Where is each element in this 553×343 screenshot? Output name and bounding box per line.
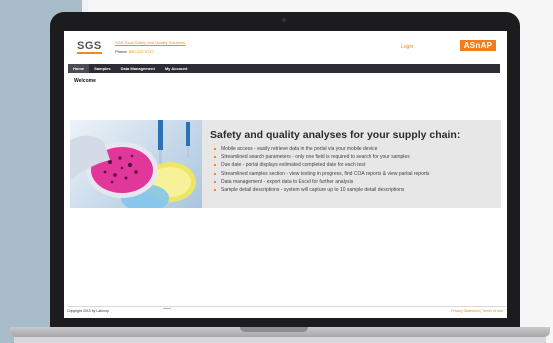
petri-dish-illustration — [70, 120, 196, 208]
page-title: Welcome — [74, 78, 96, 84]
food-safety-link[interactable]: SGS Food Safety and Quality Solutions — [115, 40, 185, 45]
scroll-indicator[interactable] — [163, 308, 171, 309]
feature-item: Due date - portal displays estimated com… — [214, 161, 429, 169]
phone-label: Phone: — [115, 49, 128, 54]
nav-item-data-management[interactable]: Data Management — [116, 64, 160, 73]
footer-links[interactable]: Privacy Statement | Terms of Use — [451, 309, 503, 313]
nav-item-home[interactable]: Home — [68, 64, 90, 73]
laptop-shadow — [14, 337, 546, 343]
copyright-text: Copyright 2013 by Labcorp — [67, 309, 110, 313]
main-nav: Home Samples Data Management My Account — [68, 64, 500, 73]
banner-title: Safety and quality analyses for your sup… — [210, 129, 461, 141]
browser-screen: SGS SGS Food Safety and Quality Solution… — [64, 31, 507, 318]
login-link[interactable]: Login — [401, 44, 413, 50]
feature-item: Streamlined samples section - view testi… — [214, 170, 429, 178]
laptop-notch — [240, 327, 308, 332]
feature-item: Streamlined search parameters - only one… — [214, 153, 429, 161]
sgs-logo: SGS — [77, 40, 102, 54]
feature-item: Mobile access - easily retrieve data in … — [214, 145, 429, 153]
nav-item-samples[interactable]: Samples — [89, 64, 115, 73]
asnap-logo: ASnAP — [460, 40, 496, 51]
camera-icon — [282, 18, 286, 22]
hero-banner: Safety and quality analyses for your sup… — [70, 120, 501, 208]
feature-list: Mobile access - easily retrieve data in … — [214, 145, 429, 194]
footer-divider — [68, 306, 506, 307]
phone-line: Phone: 800-222-0717 — [115, 49, 154, 54]
lab-photo — [70, 120, 202, 208]
nav-item-my-account[interactable]: My Account — [160, 64, 193, 73]
feature-item: Data management - export data to Excel f… — [214, 178, 429, 186]
feature-item: Sample detail descriptions - system will… — [214, 186, 429, 194]
phone-number[interactable]: 800-222-0717 — [129, 49, 154, 54]
